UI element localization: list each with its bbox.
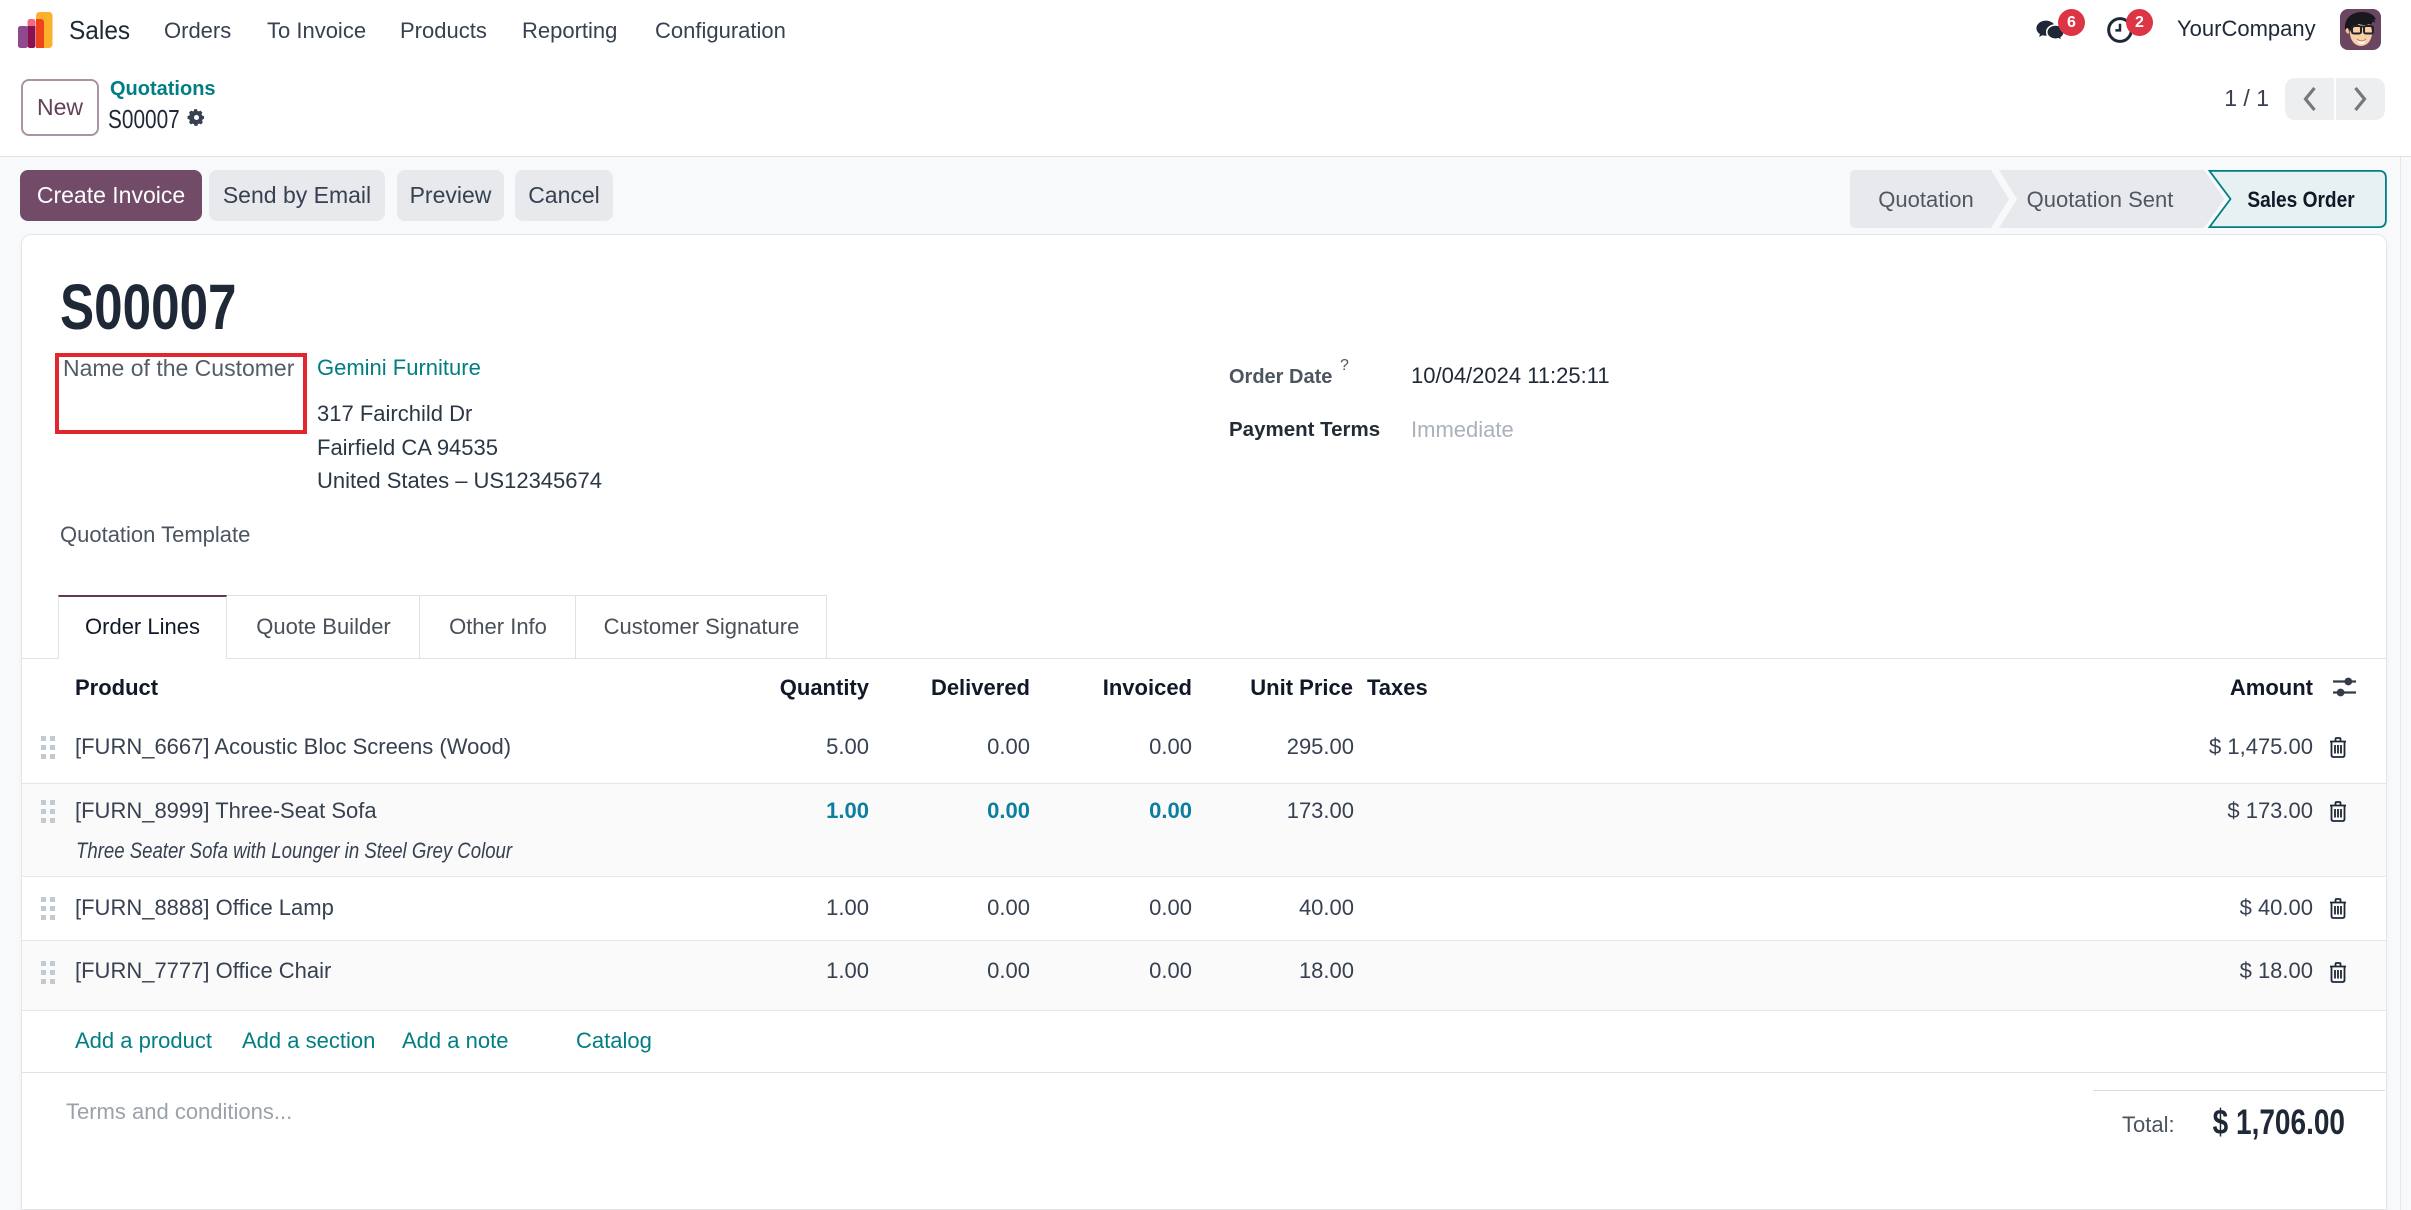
svg-text:Quotation: Quotation	[1878, 187, 1973, 212]
svg-text:Quotation Sent: Quotation Sent	[2027, 187, 2174, 212]
svg-text:Sales Order: Sales Order	[2247, 188, 2354, 213]
